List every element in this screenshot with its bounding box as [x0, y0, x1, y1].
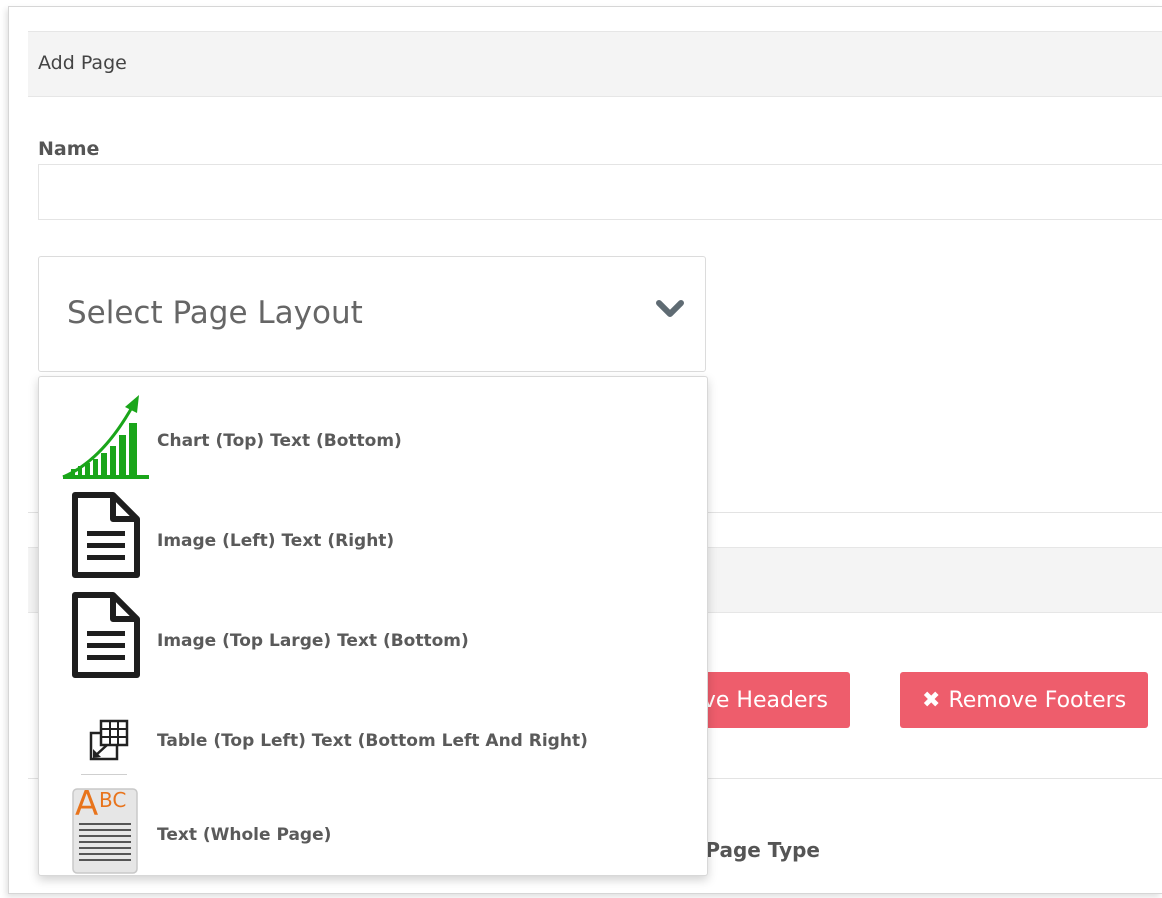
panel-title: Add Page — [38, 52, 127, 74]
name-label: Name — [38, 138, 100, 160]
table-icon — [89, 719, 129, 761]
layout-dropdown-menu: Chart (Top) Text (Bottom) Image (Left) T… — [38, 376, 708, 876]
layout-option-chart-top[interactable]: Chart (Top) Text (Bottom) — [39, 385, 707, 485]
chart-icon — [62, 395, 149, 479]
layout-option-table-top-left[interactable]: Table (Top Left) Text (Bottom Left And R… — [39, 685, 707, 785]
layout-option-text-whole-page[interactable]: A BC Text (Whole Page) — [39, 779, 707, 875]
remove-footers-button[interactable]: ✖ Remove Footers — [900, 672, 1148, 728]
layout-option-label: Table (Top Left) Text (Bottom Left And R… — [157, 731, 588, 751]
chevron-down-icon — [656, 300, 684, 317]
document-icon — [72, 592, 140, 678]
page-layout-placeholder: Select Page Layout — [67, 295, 363, 331]
layout-option-image-left[interactable]: Image (Left) Text (Right) — [39, 485, 707, 585]
divider — [81, 774, 127, 775]
panel-header: Add Page — [28, 31, 1162, 97]
svg-text:A: A — [75, 784, 98, 824]
svg-text:BC: BC — [99, 788, 126, 812]
layout-option-label: Chart (Top) Text (Bottom) — [157, 431, 402, 451]
document-icon — [72, 492, 140, 578]
name-input[interactable] — [38, 164, 1162, 220]
remove-footers-label: Remove Footers — [948, 687, 1127, 713]
text-abc-icon: A BC — [72, 784, 138, 874]
close-icon: ✖ — [922, 687, 941, 713]
layout-option-label: Text (Whole Page) — [157, 825, 332, 845]
layout-option-label: Image (Top Large) Text (Bottom) — [157, 631, 469, 651]
page-layout-select[interactable]: Select Page Layout — [38, 256, 706, 372]
layout-option-label: Image (Left) Text (Right) — [157, 531, 395, 551]
layout-option-image-top-large[interactable]: Image (Top Large) Text (Bottom) — [39, 585, 707, 685]
